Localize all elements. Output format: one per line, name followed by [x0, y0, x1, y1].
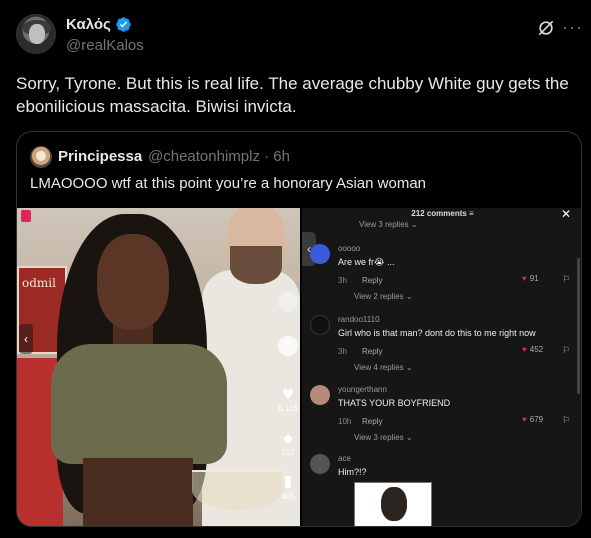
chevron-left-icon[interactable]: ‹ [19, 324, 33, 354]
comment-username[interactable]: youngerthann [338, 385, 387, 394]
view-replies-link[interactable]: View 2 replies ⌄ [354, 292, 413, 301]
comment-text: Are we fr😭 ... [338, 257, 395, 267]
post-text: Sorry, Tyrone. But this is real life. Th… [16, 74, 569, 116]
comment-avatar[interactable] [310, 385, 330, 405]
comment-icon[interactable]: ● 212 [275, 428, 300, 457]
comment-like-count: 679 [529, 415, 544, 424]
comment-like-count: 91 [529, 274, 539, 283]
comment-avatar[interactable] [310, 244, 330, 264]
like-count: 6,116 [278, 404, 298, 413]
more-icon[interactable]: ··· [562, 17, 582, 37]
quote-text: LMAOOOO wtf at this point you’re a honor… [30, 175, 427, 192]
scrollbar[interactable] [577, 258, 580, 394]
comment-age: 10h [338, 417, 352, 426]
profile-avatar-icon[interactable] [275, 336, 300, 356]
comment-avatar[interactable] [310, 454, 330, 474]
dislike-icon[interactable]: ⚐ [562, 415, 570, 426]
reply-button[interactable]: Reply [362, 347, 382, 356]
comment-like-count: 452 [529, 345, 544, 354]
author-name-text[interactable]: Καλός [66, 16, 111, 33]
comment-count: 212 [281, 448, 295, 457]
close-icon[interactable]: ✕ [561, 208, 571, 221]
comment-text: Girl who is that man? dont do this to me… [338, 328, 536, 338]
cocktail-glass [192, 470, 282, 510]
author-display-name[interactable]: Καλός [66, 16, 132, 33]
quoted-post[interactable]: Principessa @cheatonhimplz · 6h LMAOOOO … [16, 131, 582, 527]
grok-icon[interactable] [536, 18, 556, 38]
view-replies-link[interactable]: View 4 replies ⌄ [354, 363, 413, 372]
author-handle[interactable]: @realKalos [66, 37, 144, 54]
comment-text: THATS YOUR BOYFRIEND [338, 398, 451, 408]
bookmark-count: 405 [281, 492, 295, 501]
dislike-icon[interactable]: ⚐ [562, 345, 570, 356]
comment-username[interactable]: randoo1110 [338, 315, 380, 324]
comment-item: ooooo Are we fr😭 ... 3h Reply ♥ 91 ⚐ View… [310, 244, 572, 306]
comment-username[interactable]: ooooo [338, 244, 360, 253]
bookmark-icon[interactable]: ▮ 405 [275, 472, 300, 501]
quote-handle-time[interactable]: @cheatonhimplz · 6h [148, 148, 290, 165]
comment-age: 3h [338, 347, 347, 356]
comments-panel[interactable]: 212 comments ≡ ✕ ‹ View 3 replies ⌄ oooo… [302, 208, 581, 526]
comment-item: ace Him?!? [310, 454, 572, 482]
like-heart-icon[interactable]: ♥ 6,116 [275, 384, 300, 413]
author-avatar[interactable] [16, 14, 56, 54]
comment-age: 3h [338, 276, 347, 285]
quote-media[interactable]: odmil ‹ ♥ 6,116 ● 212 ▮ 405 212 comments… [17, 208, 581, 526]
verified-badge-icon [116, 17, 131, 32]
comments-header: 212 comments ≡ [411, 209, 474, 218]
reply-button[interactable]: Reply [362, 417, 382, 426]
tiktok-icon [21, 210, 31, 222]
comment-avatar[interactable] [310, 315, 330, 335]
woman-figure [51, 344, 227, 464]
comment-item: randoo1110 Girl who is that man? dont do… [310, 315, 572, 377]
comment-like-icon[interactable]: ♥ 91 [522, 274, 539, 283]
dislike-icon[interactable]: ⚐ [562, 274, 570, 285]
comment-like-icon[interactable]: ♥ 452 [522, 345, 543, 354]
view-replies-link[interactable]: View 3 replies ⌄ [354, 433, 413, 442]
view-replies-link[interactable]: View 3 replies ⌄ [359, 220, 418, 229]
comment-text: Him?!? [338, 467, 367, 477]
comment-username[interactable]: ace [338, 454, 351, 463]
comment-like-icon[interactable]: ♥ 679 [522, 415, 543, 424]
video-frame[interactable]: odmil ‹ ♥ 6,116 ● 212 ▮ 405 [17, 208, 300, 526]
reply-button[interactable]: Reply [362, 276, 382, 285]
post: Καλός @realKalos ··· Sorry, Tyrone. But … [0, 0, 591, 538]
comment-image-thumbnail[interactable] [354, 482, 432, 526]
quote-display-name[interactable]: Principessa [58, 148, 142, 165]
quote-avatar[interactable] [30, 146, 52, 168]
comment-item: youngerthann THATS YOUR BOYFRIEND 10h Re… [310, 385, 572, 447]
share-icon[interactable] [275, 292, 300, 312]
